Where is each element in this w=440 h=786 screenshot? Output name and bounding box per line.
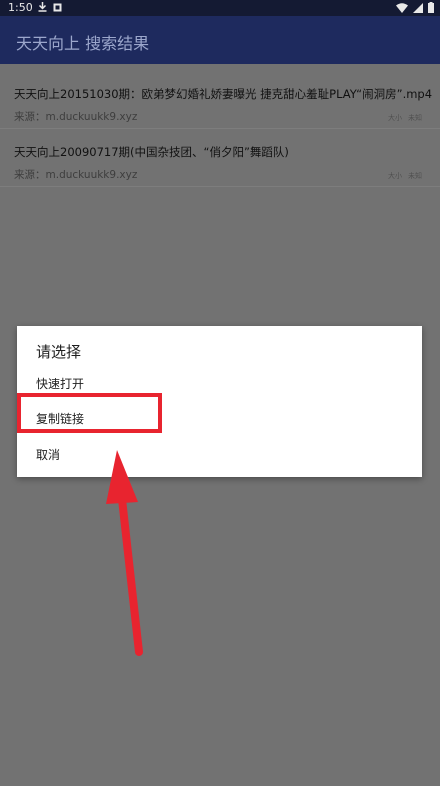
list-item[interactable]: 天天向上20090717期(中国杂技团、“俏夕阳”舞蹈队) 来源：m.ducku… [0, 128, 440, 187]
highlight-box [17, 393, 162, 433]
result-meta-status: 未知 [408, 114, 422, 122]
status-notification-icons [38, 2, 62, 12]
download-icon [38, 2, 47, 12]
status-system-icons [396, 2, 434, 13]
signal-icon [413, 2, 423, 13]
cancel-option[interactable]: 取消 [36, 446, 60, 463]
result-meta-size: 大小 [388, 172, 402, 180]
result-meta-status: 未知 [408, 172, 422, 180]
page-title: 天天向上 搜索结果 [16, 34, 150, 53]
battery-icon [428, 2, 434, 13]
result-meta: 大小 未知 [388, 171, 422, 181]
app-bar: 天天向上 搜索结果 [0, 16, 440, 64]
result-title: 天天向上20090717期(中国杂技团、“俏夕阳”舞蹈队) [14, 145, 289, 159]
list-item[interactable]: 天天向上20151030期：欧弟梦幻婚礼娇妻曝光 捷克甜心羞耻PLAY“闹洞房”… [0, 70, 440, 129]
status-bar: 1:50 [0, 0, 440, 16]
result-source: 来源：m.duckuukk9.xyz [14, 111, 138, 123]
result-meta-size: 大小 [388, 114, 402, 122]
result-source: 来源：m.duckuukk9.xyz [14, 169, 138, 181]
dialog-title: 请选择 [36, 343, 82, 361]
wifi-icon [396, 2, 408, 13]
quick-open-option[interactable]: 快速打开 [36, 375, 84, 392]
notification-box-icon [53, 3, 62, 11]
result-meta: 大小 未知 [388, 113, 422, 123]
result-title: 天天向上20151030期：欧弟梦幻婚礼娇妻曝光 捷克甜心羞耻PLAY“闹洞房”… [14, 87, 433, 101]
status-time: 1:50 [8, 1, 33, 14]
